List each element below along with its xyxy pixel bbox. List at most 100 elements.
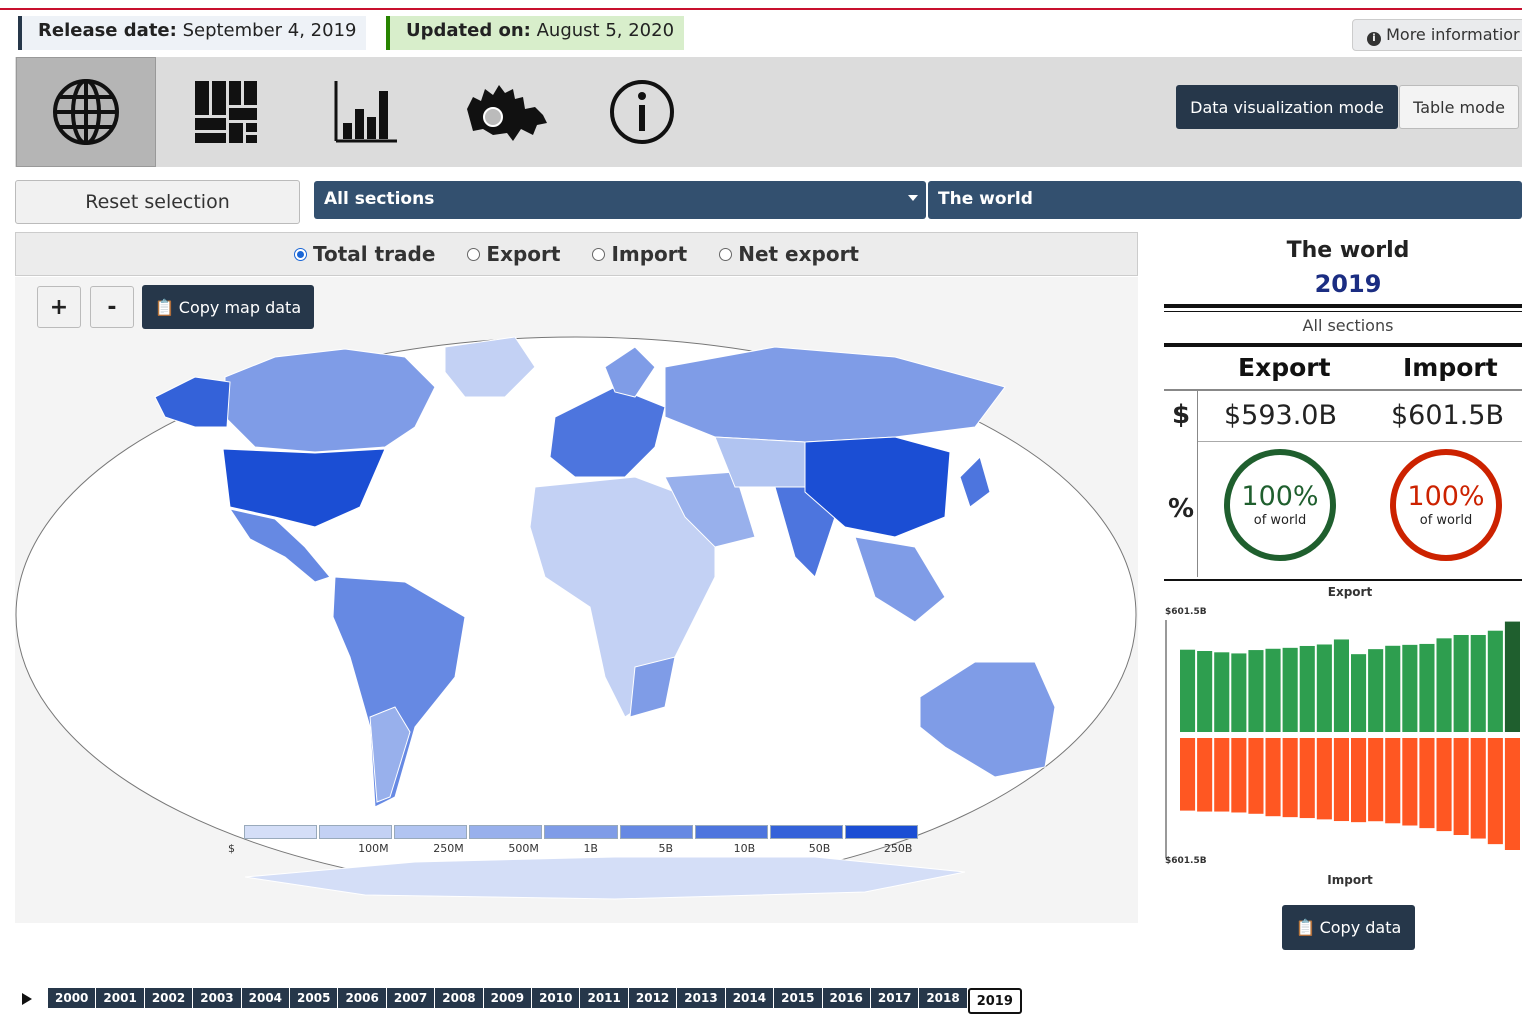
release-date-value: September 4, 2019 <box>182 20 357 41</box>
import-bar-2010[interactable] <box>1351 738 1367 823</box>
export-bar-2011[interactable] <box>1368 649 1384 732</box>
radio-total-trade-label: Total trade <box>313 242 436 266</box>
export-bar-2013[interactable] <box>1402 644 1418 732</box>
year-button-2017[interactable]: 2017 <box>870 988 920 1008</box>
section-select[interactable]: All sections <box>314 181 926 219</box>
year-button-2011[interactable]: 2011 <box>580 988 629 1008</box>
more-information-button[interactable]: i More informatior <box>1352 19 1522 51</box>
import-bar-2013[interactable] <box>1402 738 1418 826</box>
import-bar-2005[interactable] <box>1265 738 1281 817</box>
import-value: $601.5B <box>1391 400 1504 431</box>
year-button-2006[interactable]: 2006 <box>338 988 387 1008</box>
export-bar-2018[interactable] <box>1487 630 1503 732</box>
import-bar-2006[interactable] <box>1282 738 1298 818</box>
export-bar-2004[interactable] <box>1248 650 1264 732</box>
export-bar-2006[interactable] <box>1282 647 1298 732</box>
info-icon <box>610 80 674 144</box>
export-bar-2016[interactable] <box>1453 634 1469 732</box>
year-button-2000[interactable]: 2000 <box>48 988 97 1008</box>
export-bar-2014[interactable] <box>1419 643 1435 732</box>
import-bar-2018[interactable] <box>1487 738 1503 845</box>
import-bar-2002[interactable] <box>1214 738 1230 812</box>
map-legend <box>244 825 920 839</box>
year-button-2019[interactable]: 2019 <box>967 988 1022 1014</box>
import-bar-2000[interactable] <box>1180 738 1196 811</box>
dollar-symbol: $ <box>1172 400 1191 430</box>
export-share-circle: 100% of world <box>1224 449 1336 561</box>
year-button-2004[interactable]: 2004 <box>241 988 291 1008</box>
import-bar-2017[interactable] <box>1470 738 1486 839</box>
export-bar-2005[interactable] <box>1265 648 1281 732</box>
export-bar-2007[interactable] <box>1299 645 1315 732</box>
export-bar-2001[interactable] <box>1197 651 1213 732</box>
copy-data-label: Copy data <box>1319 918 1402 937</box>
year-button-2018[interactable]: 2018 <box>919 988 968 1008</box>
import-bar-2012[interactable] <box>1385 738 1401 824</box>
year-button-2002[interactable]: 2002 <box>144 988 194 1008</box>
export-bar-2019[interactable] <box>1504 621 1520 732</box>
import-bar-2009[interactable] <box>1333 738 1349 822</box>
play-icon[interactable] <box>22 993 32 1005</box>
import-bar-2004[interactable] <box>1248 738 1264 814</box>
import-bar-2007[interactable] <box>1299 738 1315 819</box>
import-bar-2014[interactable] <box>1419 738 1435 829</box>
export-bar-2009[interactable] <box>1333 639 1349 732</box>
legend-swatch <box>394 825 468 839</box>
table-mode-button[interactable]: Table mode <box>1399 85 1519 129</box>
import-share-sub: of world <box>1419 512 1473 528</box>
data-visualization-mode-button[interactable]: Data visualization mode <box>1176 85 1398 129</box>
legend-label: 10B <box>733 842 756 855</box>
year-button-2001[interactable]: 2001 <box>96 988 145 1008</box>
year-button-2013[interactable]: 2013 <box>677 988 726 1008</box>
export-bar-2008[interactable] <box>1316 644 1332 732</box>
copy-data-button[interactable]: 📋 Copy data <box>1282 905 1415 950</box>
export-bar-2017[interactable] <box>1470 634 1486 732</box>
radio-total-trade[interactable]: Total trade <box>294 242 435 266</box>
tool-canada-map[interactable] <box>436 57 576 167</box>
import-share-circle: 100% of world <box>1390 449 1502 561</box>
legend-label: 5B <box>658 842 674 855</box>
release-date-label: Release date: <box>38 20 177 41</box>
year-button-2008[interactable]: 2008 <box>435 988 484 1008</box>
export-bar-2015[interactable] <box>1436 638 1452 732</box>
import-bar-2001[interactable] <box>1197 738 1213 812</box>
export-bar-2012[interactable] <box>1385 645 1401 732</box>
treemap-icon <box>195 81 257 143</box>
import-bar-2011[interactable] <box>1368 738 1384 822</box>
year-button-2003[interactable]: 2003 <box>193 988 242 1008</box>
year-button-2015[interactable]: 2015 <box>774 988 823 1008</box>
tool-treemap[interactable] <box>156 57 296 167</box>
radio-export[interactable]: Export <box>467 242 560 266</box>
import-bar-2008[interactable] <box>1316 738 1332 820</box>
region-select[interactable]: The world <box>928 181 1522 219</box>
radio-net-export[interactable]: Net export <box>719 242 859 266</box>
radio-import[interactable]: Import <box>592 242 687 266</box>
export-bar-2000[interactable] <box>1180 649 1196 732</box>
reset-selection-button[interactable]: Reset selection <box>15 180 300 224</box>
export-bar-2010[interactable] <box>1351 654 1367 732</box>
import-bar-2015[interactable] <box>1436 738 1452 832</box>
year-button-2005[interactable]: 2005 <box>290 988 339 1008</box>
year-button-2014[interactable]: 2014 <box>725 988 775 1008</box>
legend-swatch <box>544 825 618 839</box>
export-bar-2003[interactable] <box>1231 653 1247 732</box>
year-button-2007[interactable]: 2007 <box>386 988 436 1008</box>
divider <box>1164 389 1522 391</box>
import-bar-2016[interactable] <box>1453 738 1469 836</box>
legend-swatch <box>619 825 693 839</box>
export-import-chart <box>1165 620 1520 858</box>
import-column-heading: Import <box>1403 353 1498 382</box>
export-bar-2002[interactable] <box>1214 652 1230 732</box>
year-button-2009[interactable]: 2009 <box>483 988 533 1008</box>
import-bar-2019[interactable] <box>1504 738 1520 850</box>
updated-date-value: August 5, 2020 <box>536 20 675 41</box>
year-button-2016[interactable]: 2016 <box>822 988 871 1008</box>
import-bar-2003[interactable] <box>1231 738 1247 813</box>
globe-icon <box>53 79 119 145</box>
year-button-2012[interactable]: 2012 <box>628 988 678 1008</box>
tool-bar-chart[interactable] <box>296 57 436 167</box>
tool-world-map[interactable] <box>16 57 156 167</box>
tool-information[interactable] <box>572 57 712 167</box>
export-share-sub: of world <box>1253 512 1307 528</box>
year-button-2010[interactable]: 2010 <box>532 988 581 1008</box>
